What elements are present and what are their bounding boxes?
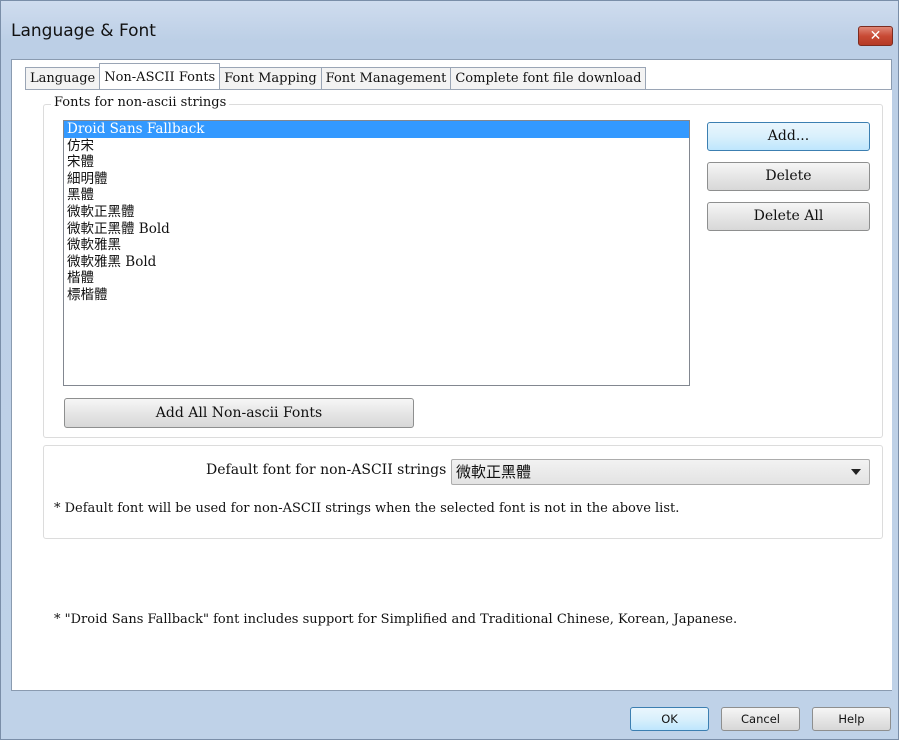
tab-strip: Language Non-ASCII Fonts Font Mapping Fo…	[25, 63, 647, 89]
list-item[interactable]: 黑體	[64, 187, 689, 204]
close-icon: ✕	[869, 28, 882, 44]
close-button[interactable]: ✕	[858, 26, 893, 46]
list-item[interactable]: 楷體	[64, 270, 689, 287]
delete-all-button[interactable]: Delete All	[707, 202, 870, 231]
tab-complete-font-download[interactable]: Complete font file download	[450, 67, 647, 89]
list-item[interactable]: 微軟雅黑 Bold	[64, 254, 689, 271]
title-bar[interactable]: Language & Font ✕	[1, 1, 898, 46]
default-font-select[interactable]: 微軟正黑體	[451, 459, 870, 485]
list-item[interactable]: 仿宋	[64, 138, 689, 155]
fonts-listbox[interactable]: Droid Sans Fallback 仿宋 宋體 細明體 黑體 微軟正黑體 微…	[63, 120, 690, 386]
tab-font-management[interactable]: Font Management	[320, 67, 452, 89]
delete-button[interactable]: Delete	[707, 162, 870, 191]
list-item[interactable]: 宋體	[64, 154, 689, 171]
default-font-note: * Default font will be used for non-ASCI…	[54, 501, 680, 516]
fonts-group-label: Fonts for non-ascii strings	[51, 95, 230, 110]
list-item[interactable]: 微軟正黑體	[64, 204, 689, 221]
add-button[interactable]: Add...	[707, 122, 870, 151]
add-all-non-ascii-fonts-button[interactable]: Add All Non-ascii Fonts	[64, 398, 414, 428]
droid-font-footnote: * "Droid Sans Fallback" font includes su…	[54, 612, 738, 627]
ok-button[interactable]: OK	[630, 707, 709, 731]
default-font-label: Default font for non-ASCII strings :	[206, 462, 456, 478]
list-item[interactable]: Droid Sans Fallback	[64, 121, 689, 138]
dialog-window: Language & Font ✕ Language Non-ASCII Fon…	[0, 0, 899, 740]
tab-font-mapping[interactable]: Font Mapping	[219, 67, 322, 89]
list-item[interactable]: 標楷體	[64, 287, 689, 304]
list-item[interactable]: 微軟正黑體 Bold	[64, 221, 689, 238]
tab-non-ascii-fonts[interactable]: Non-ASCII Fonts	[99, 63, 221, 89]
cancel-button[interactable]: Cancel	[721, 707, 800, 731]
chevron-down-icon[interactable]	[851, 469, 861, 475]
help-button[interactable]: Help	[812, 707, 891, 731]
default-font-value: 微軟正黑體	[456, 463, 532, 481]
list-item[interactable]: 微軟雅黑	[64, 237, 689, 254]
list-item[interactable]: 細明體	[64, 171, 689, 188]
tab-language[interactable]: Language	[25, 67, 101, 89]
window-title: Language & Font	[11, 21, 156, 41]
